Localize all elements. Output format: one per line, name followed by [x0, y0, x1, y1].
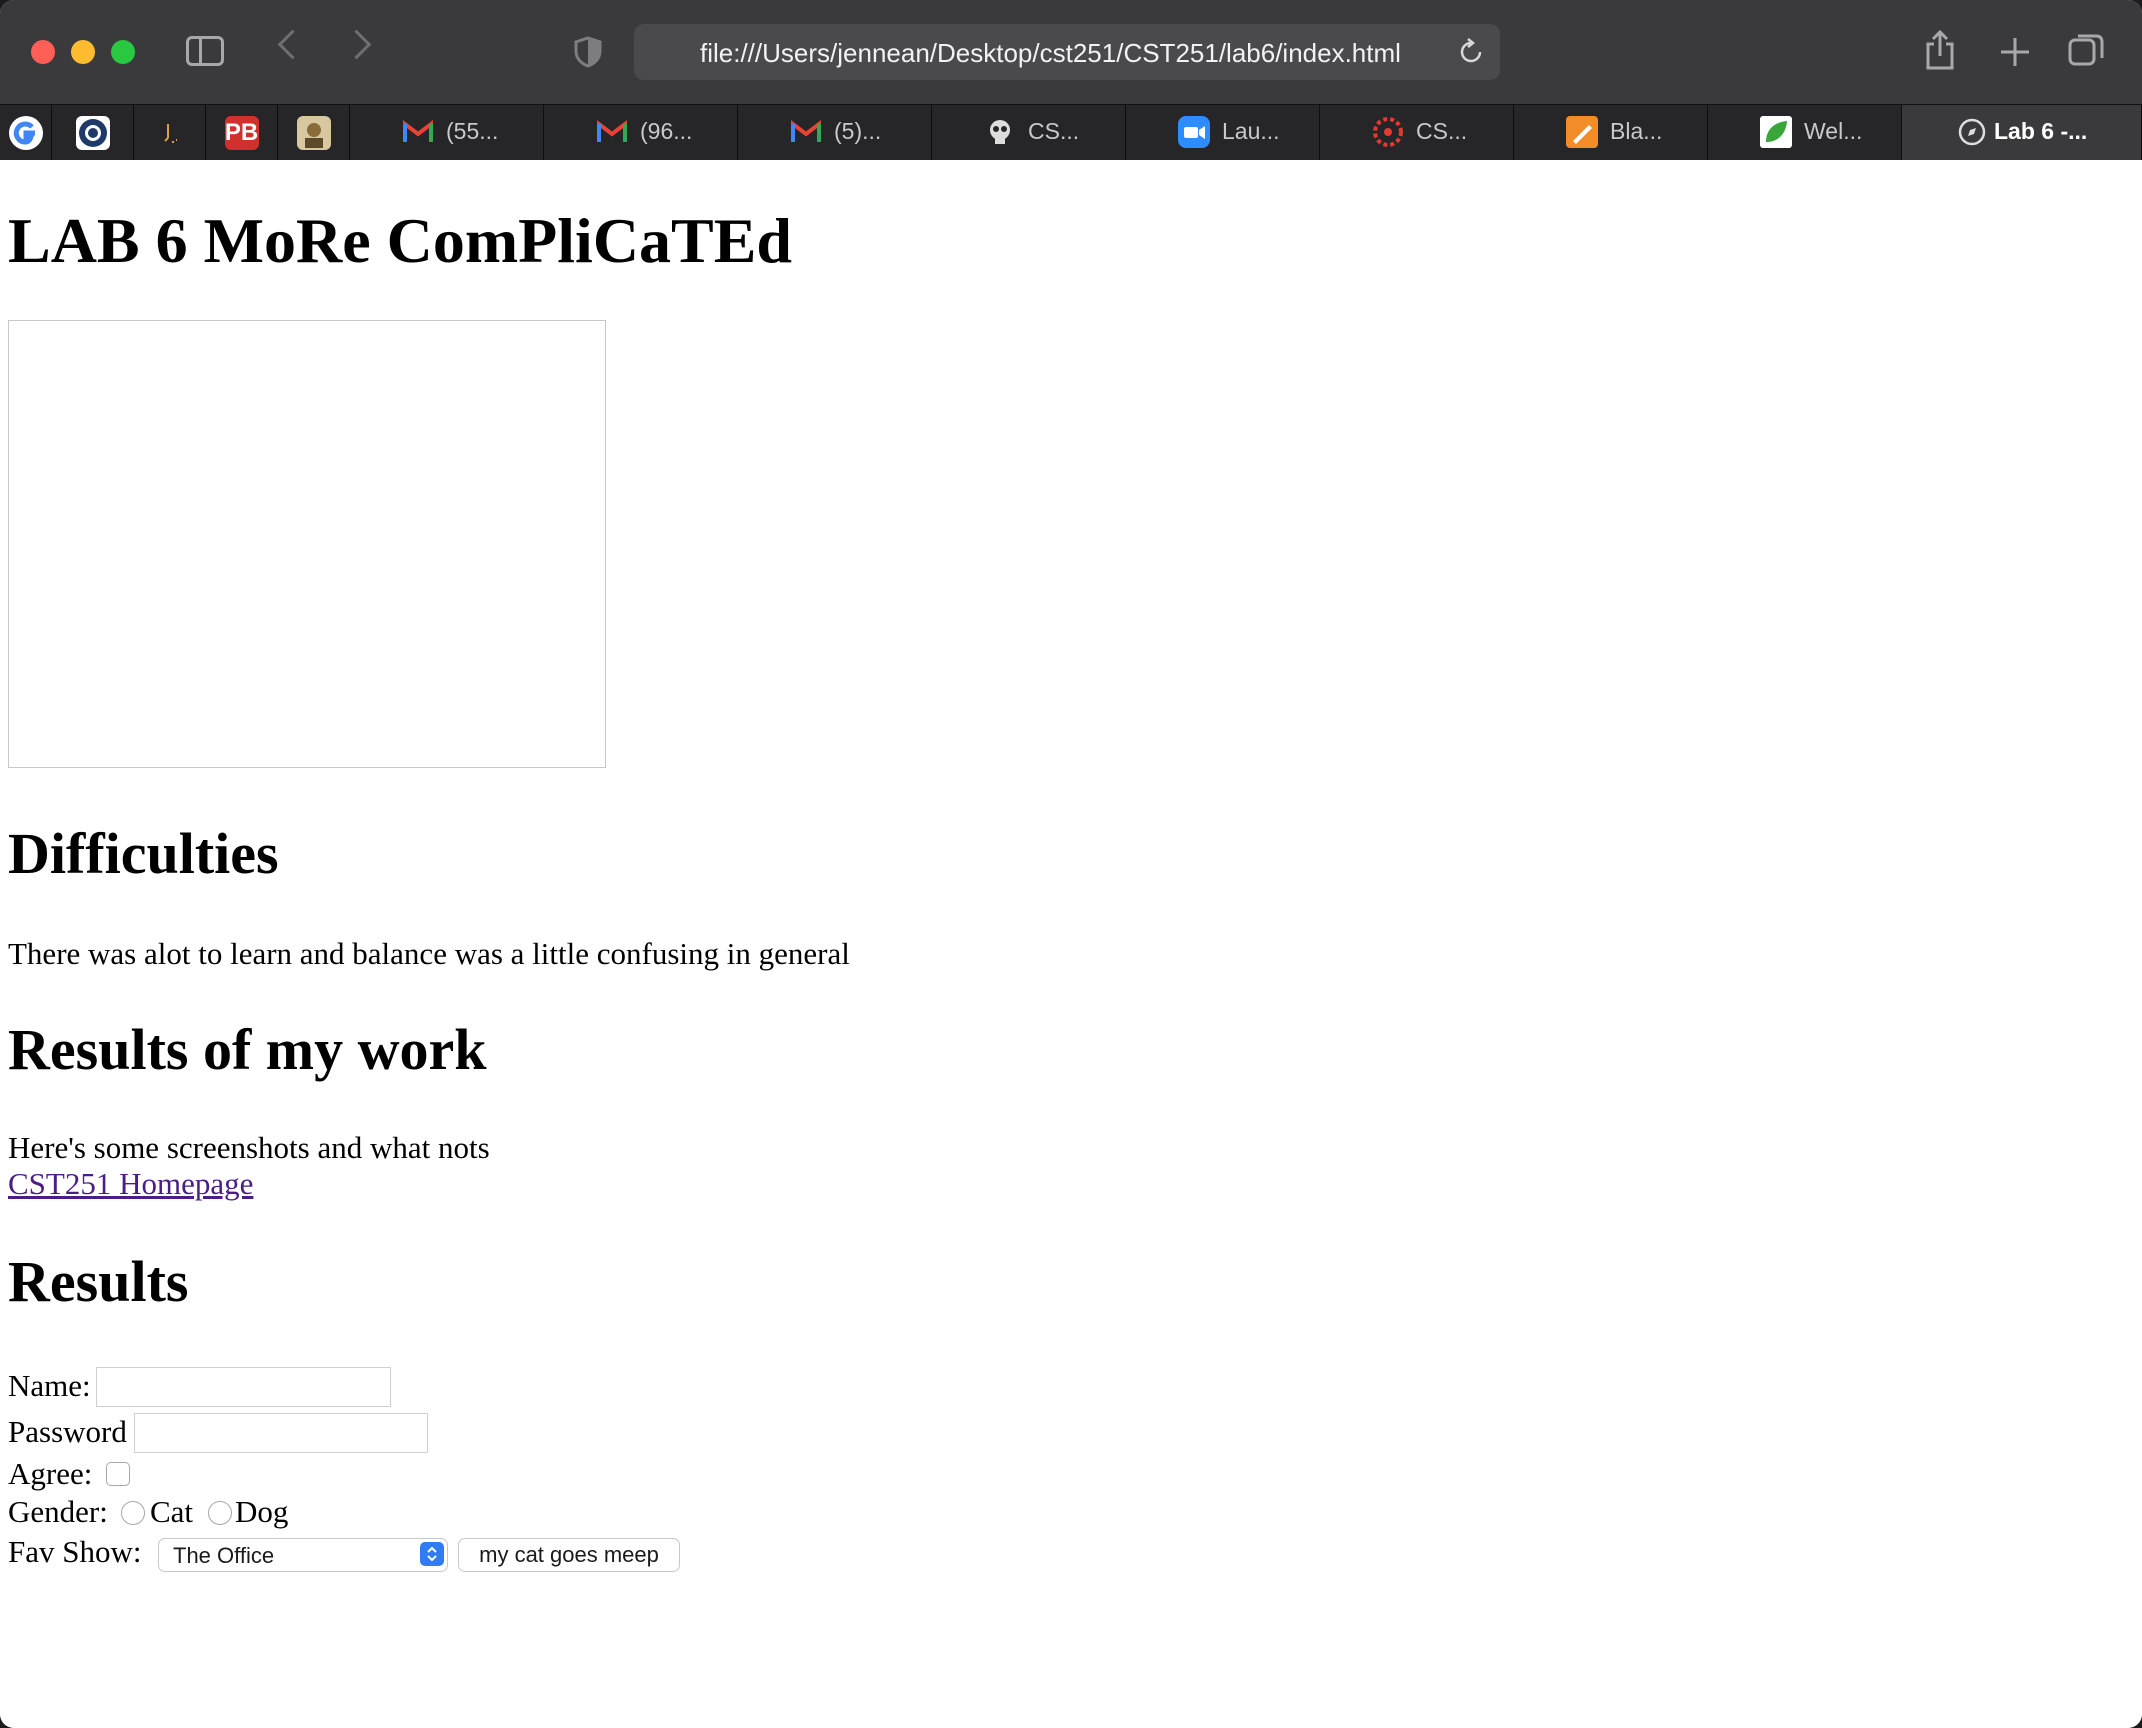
tab-label: Bla... [1610, 118, 1663, 144]
difficulties-text: There was alot to learn and balance was … [8, 936, 850, 971]
fav-show-label: Fav Show: [8, 1534, 142, 1569]
pinned-tab-photo[interactable] [278, 105, 350, 160]
name-label: Name: [8, 1368, 91, 1403]
pencil-icon [1566, 116, 1598, 148]
tab-gmail-2[interactable]: (96... [544, 105, 738, 160]
results-work-text: Here's some screenshots and what nots [8, 1130, 490, 1165]
url-text: file:///Users/jennean/Desktop/cst251/CST… [700, 38, 1401, 68]
agree-checkbox[interactable] [106, 1462, 130, 1486]
name-input[interactable] [96, 1367, 391, 1407]
fav-show-selected-value: The Office [173, 1543, 275, 1568]
zoom-icon [1178, 116, 1210, 148]
gender-option-cat: Cat [150, 1494, 194, 1529]
pinned-tab-pb[interactable]: PB [206, 105, 278, 160]
select-updown-chevron-icon [420, 1542, 444, 1566]
gmail-icon [791, 119, 821, 142]
privacy-shield-icon[interactable] [574, 36, 602, 68]
tab-blackboard[interactable]: Bla... [1514, 105, 1708, 160]
gmail-icon [597, 119, 627, 142]
fullscreen-window-button[interactable] [111, 40, 135, 64]
gender-radio-dog[interactable] [208, 1501, 232, 1525]
password-label: Password [8, 1414, 127, 1449]
browser-toolbar: file:///Users/jennean/Desktop/cst251/CST… [0, 0, 2142, 104]
results-heading: Results [8, 1249, 189, 1314]
tab-bar: PB (55... (96... (5)... CS... Lau... CS.… [0, 104, 2142, 160]
results-work-heading: Results of my work [8, 1017, 487, 1082]
tab-overview-icon[interactable] [2066, 30, 2106, 70]
pinned-tab-google[interactable] [0, 105, 52, 160]
canvas-icon [1373, 117, 1403, 147]
pb-icon: PB [224, 115, 259, 150]
broken-image-placeholder [8, 320, 606, 768]
tab-label: (5)... [834, 118, 882, 144]
google-icon [8, 115, 43, 150]
skull-icon [990, 120, 1010, 144]
fav-show-select[interactable]: The Office [158, 1538, 448, 1572]
tab-gmail-3[interactable]: (5)... [738, 105, 932, 160]
new-tab-icon[interactable] [1995, 32, 2035, 72]
leaf-icon [1760, 116, 1792, 148]
close-window-button[interactable] [31, 40, 55, 64]
pinned-tab-sparkle[interactable] [134, 105, 206, 160]
password-input[interactable] [134, 1413, 428, 1453]
tab-label: Lau... [1222, 118, 1280, 144]
difficulties-heading: Difficulties [8, 821, 279, 886]
tab-cs-skull[interactable]: CS... [932, 105, 1126, 160]
photo-icon [296, 115, 331, 150]
page-content: LAB 6 MoRe ComPliCaTEd Difficulties Ther… [0, 160, 2142, 1728]
share-icon[interactable] [1922, 28, 1958, 72]
gender-option-dog: Dog [235, 1494, 289, 1529]
tab-gmail-1[interactable]: (55... [350, 105, 544, 160]
reload-icon[interactable] [1456, 37, 1486, 67]
sidebar-toggle-icon[interactable] [186, 36, 224, 66]
gender-radio-cat[interactable] [121, 1501, 145, 1525]
gender-label: Gender: [8, 1494, 108, 1529]
back-chevron-icon[interactable] [277, 29, 308, 60]
compass-icon [1958, 118, 1986, 146]
meep-button[interactable]: my cat goes meep [458, 1538, 680, 1572]
tab-welcome[interactable]: Wel... [1708, 105, 1902, 160]
tab-canvas[interactable]: CS... [1320, 105, 1514, 160]
tab-label: Lab 6 -... [1994, 118, 2088, 144]
forward-chevron-icon[interactable] [341, 29, 372, 60]
minimize-window-button[interactable] [71, 40, 95, 64]
tab-label: (96... [640, 118, 693, 144]
tab-lab6-active[interactable]: Lab 6 -... [1902, 105, 2142, 160]
tab-label: Wel... [1804, 118, 1863, 144]
homepage-link[interactable]: CST251 Homepage [8, 1166, 253, 1202]
agree-label: Agree: [8, 1456, 93, 1491]
gmail-icon [403, 119, 433, 142]
pinned-tab-circle-app[interactable] [52, 105, 134, 160]
tab-zoom[interactable]: Lau... [1126, 105, 1320, 160]
tab-label: CS... [1028, 118, 1080, 144]
page-title: LAB 6 MoRe ComPliCaTEd [8, 205, 792, 276]
address-bar[interactable]: file:///Users/jennean/Desktop/cst251/CST… [634, 24, 1500, 80]
tab-label: CS... [1416, 118, 1468, 144]
circle-app-icon [75, 115, 110, 150]
browser-window: file:///Users/jennean/Desktop/cst251/CST… [0, 0, 2142, 1728]
sparkle-icon [163, 123, 177, 143]
tab-label: (55... [446, 118, 499, 144]
